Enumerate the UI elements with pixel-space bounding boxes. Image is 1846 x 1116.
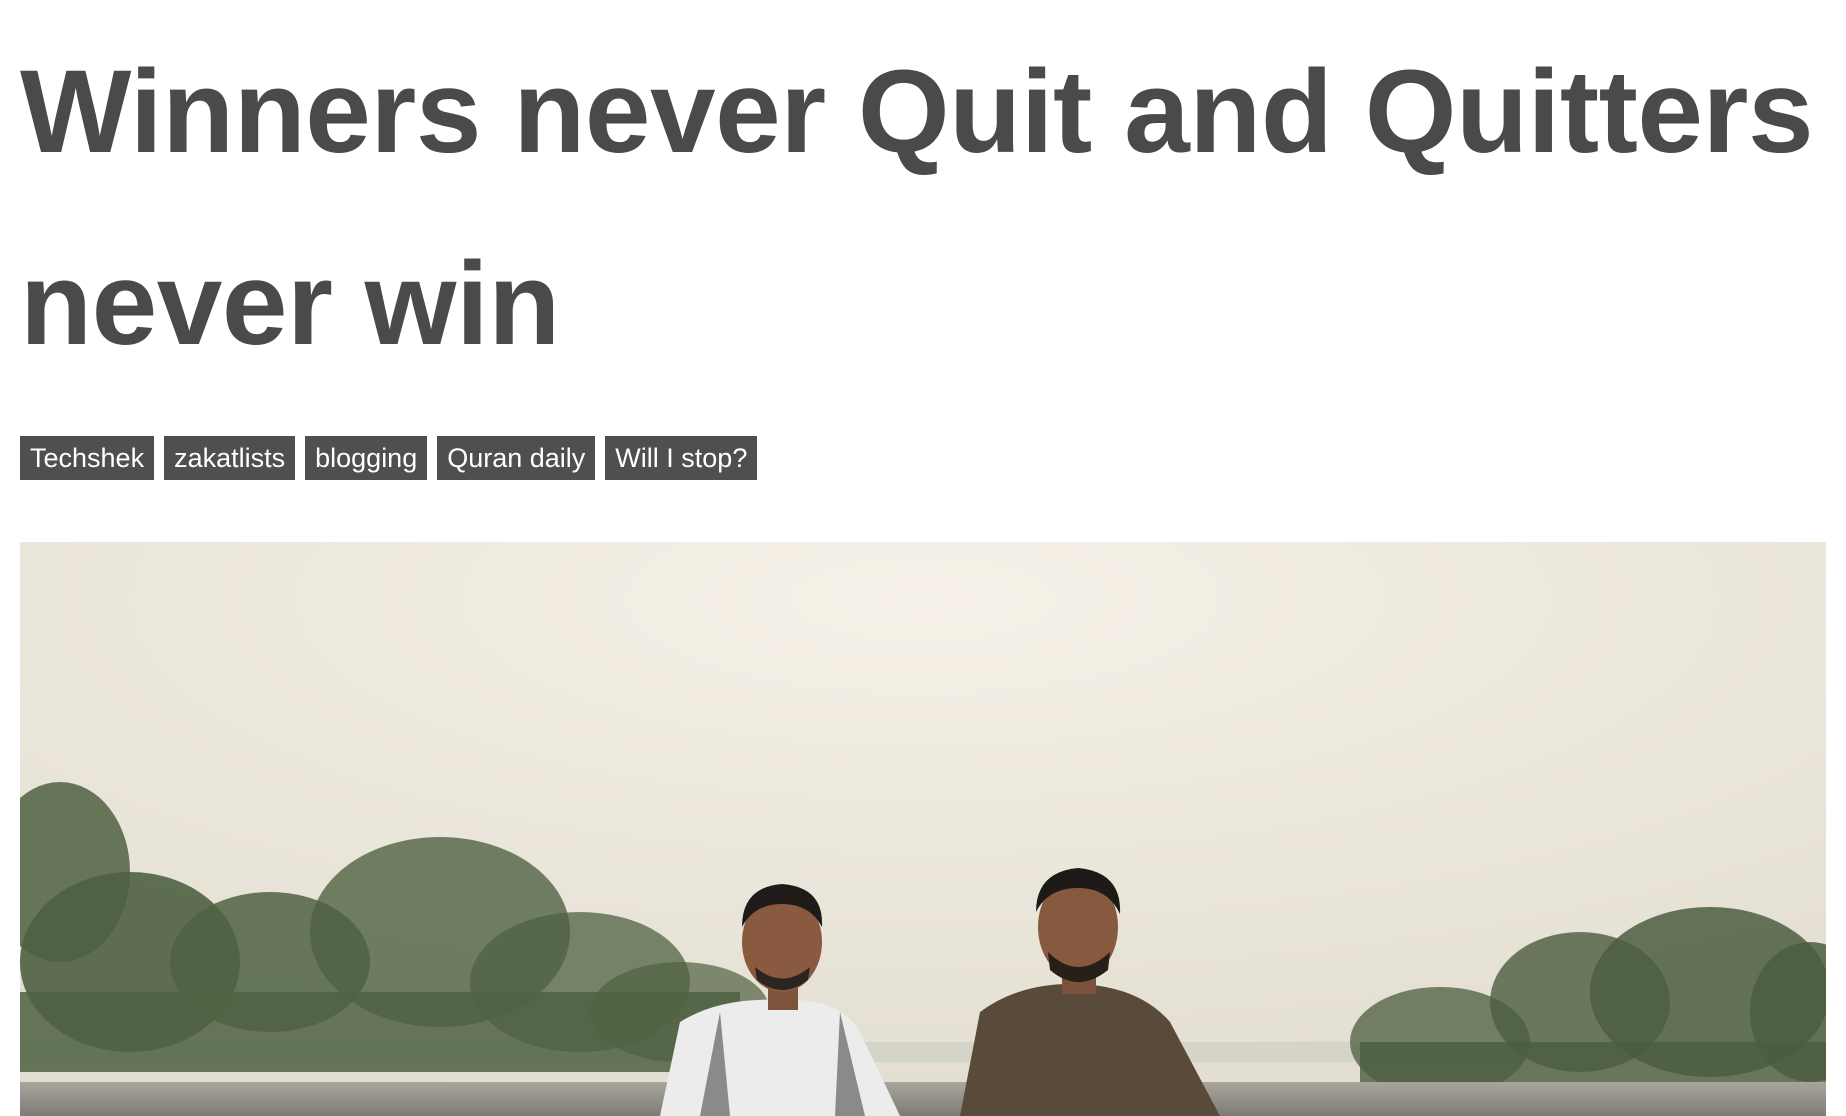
tag-quran-daily[interactable]: Quran daily	[437, 436, 596, 480]
featured-photo	[20, 542, 1826, 1116]
tag-zakatlists[interactable]: zakatlists	[164, 436, 296, 480]
post-title: Winners never Quit and Quitters never wi…	[20, 46, 1814, 370]
featured-image	[20, 542, 1826, 1116]
blog-post-page: Winners never Quit and Quitters never wi…	[0, 0, 1846, 1116]
tag-list: Techshek zakatlists blogging Quran daily…	[20, 436, 758, 480]
road	[20, 1082, 1826, 1116]
tag-techshek[interactable]: Techshek	[20, 436, 155, 480]
tag-will-i-stop[interactable]: Will I stop?	[605, 436, 758, 480]
tag-blogging[interactable]: blogging	[305, 436, 428, 480]
